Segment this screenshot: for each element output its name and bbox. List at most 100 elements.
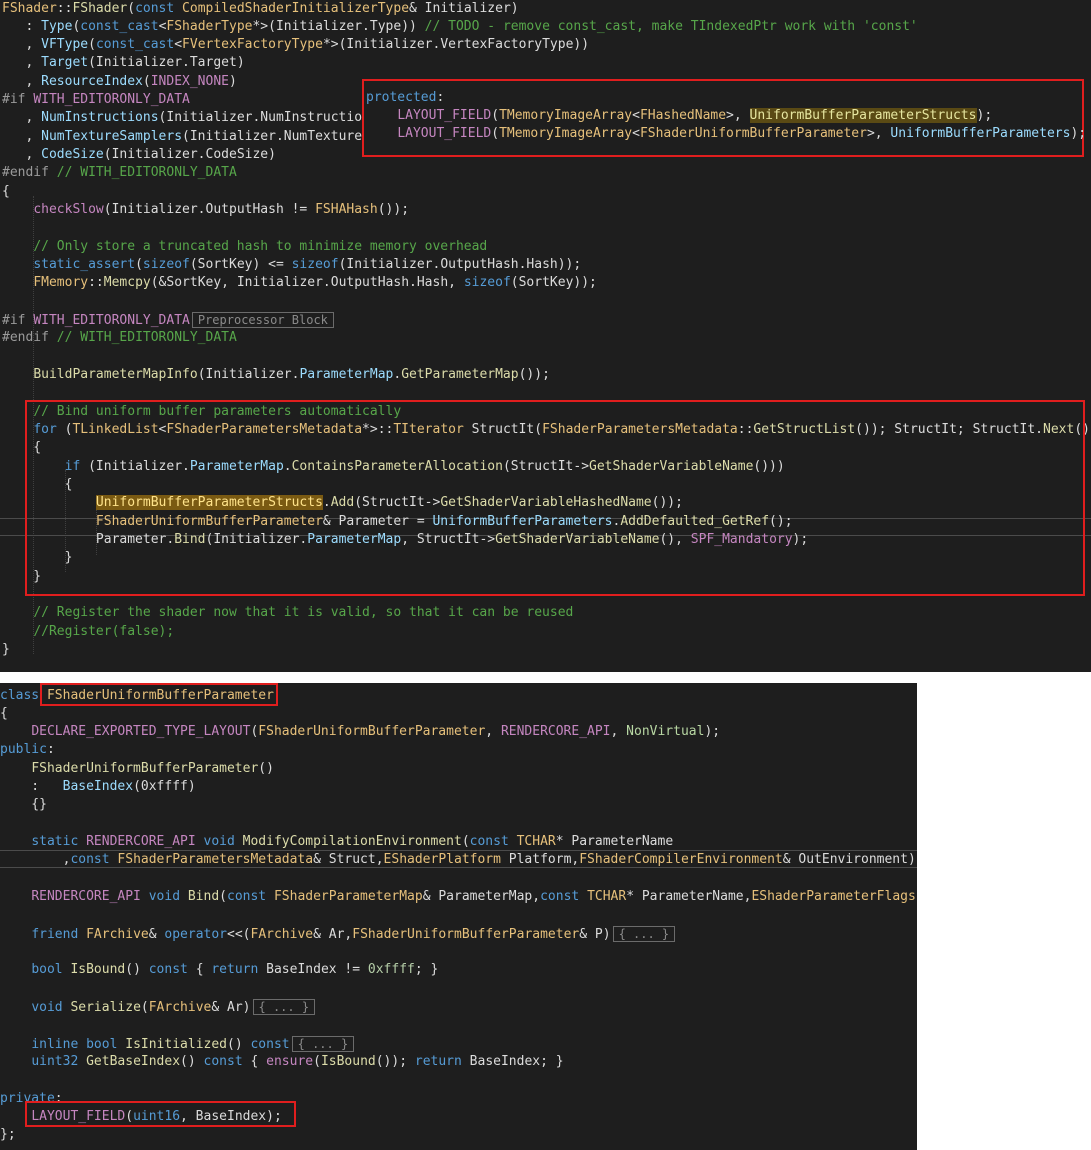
code-token: ( bbox=[125, 1109, 134, 1124]
folded-block-button[interactable]: { ... } bbox=[252, 999, 316, 1015]
code-token: BaseIndex != bbox=[266, 962, 368, 977]
code-token: IsBound bbox=[320, 1054, 376, 1069]
code-token: () bbox=[258, 761, 274, 776]
code-token: const bbox=[70, 852, 118, 867]
code-token: SPF_Mandatory bbox=[690, 532, 793, 547]
code-token: // Register the shader now that it is va… bbox=[33, 605, 574, 620]
code-token: *>(Initializer.Type)) bbox=[252, 19, 425, 34]
code-token: ); bbox=[704, 724, 721, 739]
peek-definition-popup[interactable]: protected: LAYOUT_FIELD(TMemoryImageArra… bbox=[362, 79, 1086, 157]
code-token: //Register(false); bbox=[33, 624, 175, 639]
folded-block-button[interactable]: { ... } bbox=[612, 926, 676, 942]
code-token: :: bbox=[56, 1, 73, 16]
code-token: FShaderUniformBufferParameter bbox=[31, 761, 259, 776]
code-token: . bbox=[393, 367, 402, 382]
code-token: FShaderUniformBufferParameter bbox=[352, 927, 580, 942]
code-token: for bbox=[33, 422, 65, 437]
code-token: ParameterMap bbox=[189, 459, 284, 474]
code-editor-bottom[interactable]: class FShaderUniformBufferParameter{ DEC… bbox=[0, 683, 917, 1150]
code-token: * ParameterName, bbox=[626, 889, 752, 904]
code-token: : bbox=[436, 90, 445, 105]
code-token: TCHAR bbox=[587, 889, 627, 904]
code-token: (Initializer. bbox=[197, 367, 300, 382]
code-token: { bbox=[2, 477, 73, 492]
code-token: const bbox=[227, 889, 274, 904]
code-token: (Initializer.Target) bbox=[88, 55, 245, 70]
code-token: ModifyCompilationEnvironment bbox=[242, 834, 462, 849]
code-token: Add bbox=[330, 495, 355, 510]
code-token: FShaderUniformBufferParameter bbox=[95, 514, 323, 529]
code-token: sizeof bbox=[142, 257, 190, 272]
code-token: FHashedName bbox=[639, 108, 727, 123]
code-token: FArchive bbox=[86, 927, 149, 942]
code-token: FMemory bbox=[33, 275, 89, 290]
code-token: ( bbox=[219, 889, 227, 904]
code-line: public: bbox=[0, 741, 55, 759]
code-token: ()) bbox=[1074, 422, 1091, 437]
code-token: { bbox=[0, 706, 8, 721]
code-token: & Initializer) bbox=[409, 1, 519, 16]
code-editor-top[interactable]: FShader::FShader(const CompiledShaderIni… bbox=[0, 0, 1091, 672]
code-token: GetShaderVariableName bbox=[589, 459, 754, 474]
code-token: const_cast bbox=[80, 19, 159, 34]
code-token: EShaderParameterFlags bbox=[751, 889, 917, 904]
code-token: ( bbox=[461, 834, 470, 849]
code-token: { bbox=[195, 962, 212, 977]
code-line: : BaseIndex(0xffff) bbox=[0, 778, 195, 796]
folded-block-button[interactable]: Preprocessor Block bbox=[191, 312, 334, 328]
code-token: StructIt( bbox=[471, 422, 543, 437]
code-token: () bbox=[227, 1037, 251, 1052]
code-token: UniformBufferParameterStructs bbox=[749, 108, 977, 123]
code-token: UniformBufferParameters bbox=[432, 514, 613, 529]
code-line: LAYOUT_FIELD(TMemoryImageArray<FHashedNa… bbox=[366, 107, 992, 125]
code-line: // Only store a truncated hash to minimi… bbox=[2, 238, 487, 256]
code-line: , NumTextureSamplers(Initializer.NumText… bbox=[2, 128, 362, 146]
code-token: < bbox=[174, 37, 183, 52]
code-token: , bbox=[2, 37, 42, 52]
code-line: checkSlow(Initializer.OutputHash != FSHA… bbox=[2, 201, 409, 219]
code-token: TMemoryImageArray bbox=[499, 126, 633, 141]
code-token: & P) bbox=[579, 927, 611, 942]
code-token: , bbox=[2, 147, 42, 162]
code-token: const bbox=[148, 962, 196, 977]
folded-block-button[interactable]: { ... } bbox=[291, 1036, 355, 1052]
code-token: BuildParameterMapInfo bbox=[33, 367, 198, 382]
code-line: , Target(Initializer.Target) bbox=[2, 54, 245, 72]
code-token: : bbox=[54, 1091, 63, 1106]
code-token: , bbox=[2, 55, 42, 70]
code-token: Target bbox=[41, 55, 89, 70]
code-token: (Initializer.CodeSize) bbox=[103, 147, 276, 162]
code-token: , BaseIndex); bbox=[180, 1109, 282, 1124]
code-token: UniformBufferParameterStructs bbox=[95, 495, 323, 510]
code-token: protected bbox=[366, 90, 437, 105]
code-line: LAYOUT_FIELD(uint16, BaseIndex); bbox=[0, 1108, 282, 1126]
code-line: // Register the shader now that it is va… bbox=[2, 604, 573, 622]
code-line: { bbox=[2, 183, 10, 201]
code-token: FArchive bbox=[250, 927, 314, 942]
code-token: FShaderType bbox=[166, 19, 253, 34]
code-token: GetStructList bbox=[753, 422, 856, 437]
code-line: static_assert(sizeof(SortKey) <= sizeof(… bbox=[2, 256, 581, 274]
code-token: // Bind uniform buffer parameters automa… bbox=[33, 404, 402, 419]
code-token: DECLARE_EXPORTED_TYPE_LAYOUT bbox=[31, 724, 251, 739]
code-token: () bbox=[180, 1054, 204, 1069]
code-token: , bbox=[0, 852, 71, 867]
code-token: (Initializer.OutputHash != bbox=[103, 202, 316, 217]
code-token: ()); StructIt; StructIt. bbox=[855, 422, 1044, 437]
code-token: . bbox=[283, 459, 292, 474]
code-line: private: bbox=[0, 1090, 63, 1108]
code-line: { bbox=[0, 705, 8, 723]
code-token: FShaderUniformBufferParameter bbox=[258, 724, 486, 739]
code-token: #endif bbox=[2, 330, 57, 345]
code-token: UniformBufferParameters bbox=[890, 126, 1071, 141]
code-token: ( bbox=[142, 74, 151, 89]
